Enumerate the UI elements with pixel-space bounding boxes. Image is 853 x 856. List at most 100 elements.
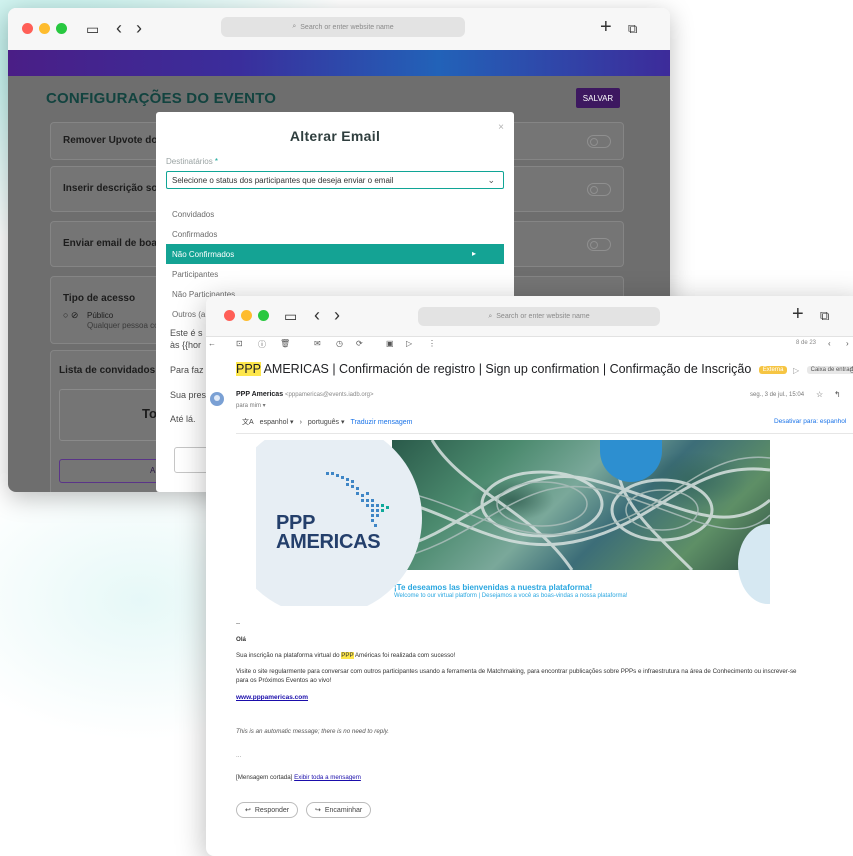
move-to-icon[interactable]: ▣ — [386, 339, 394, 348]
page-title: CONFIGURAÇÕES DO EVENTO — [46, 90, 277, 107]
option-nao-confirmados[interactable]: Não Confirmados — [166, 244, 504, 264]
highway-illustration — [392, 440, 770, 570]
logo-line-2: AMERICAS — [276, 531, 381, 553]
new-tab-icon[interactable]: + — [792, 304, 804, 324]
minimize-window-button[interactable] — [39, 23, 50, 34]
p1-text-end: Américas foi realizada com sucesso! — [353, 652, 456, 659]
translate-to[interactable]: português ▾ — [308, 418, 345, 426]
option-confirmados[interactable]: Confirmados — [166, 224, 504, 244]
sidebar-icon[interactable]: ▭ — [86, 20, 99, 38]
search-icon: ⌕ — [488, 312, 493, 320]
close-window-button[interactable] — [22, 23, 33, 34]
description-toggle[interactable] — [587, 183, 611, 196]
back-icon[interactable]: ‹ — [314, 306, 320, 324]
setting-label: Remover Upvote do e — [63, 135, 166, 146]
sender-email: <pppamericas@events.iadb.org> — [285, 392, 374, 398]
report-spam-icon[interactable]: ⓘ — [258, 339, 266, 350]
website-link[interactable]: www.pppamericas.com — [236, 694, 308, 701]
address-bar[interactable]: ⌕ Search or enter website name — [221, 17, 465, 37]
body-line: Sua pres — [170, 390, 207, 400]
subject-text: AMERICAS | Confirmación de registro | Si… — [260, 362, 752, 376]
site-header-stripe — [8, 50, 670, 76]
recipient-details[interactable]: para mim ▾ — [236, 402, 266, 409]
upvote-toggle[interactable] — [587, 135, 611, 148]
banner-subline: Welcome to our virtual platform | Deseja… — [394, 593, 628, 599]
mark-unread-icon[interactable]: ✉ — [314, 339, 321, 348]
forward-button[interactable]: ↪ Encaminhar — [306, 802, 372, 818]
delete-icon[interactable]: 🗑 — [280, 339, 290, 348]
translate-from[interactable]: espanhol ▾ — [260, 418, 294, 426]
more-options-icon[interactable]: ⋮ — [428, 339, 436, 348]
add-task-icon[interactable]: ⟳ — [356, 339, 363, 348]
snooze-icon[interactable]: ◷ — [336, 339, 343, 348]
sidebar-icon[interactable]: ▭ — [284, 307, 297, 325]
reply-icon[interactable]: ↰ — [834, 390, 841, 399]
maximize-window-button[interactable] — [258, 310, 269, 321]
cursor-icon: ▸ — [472, 249, 477, 258]
option-convidados[interactable]: Convidados — [166, 204, 504, 224]
forward-icon[interactable]: › — [136, 19, 142, 37]
back-to-inbox-icon[interactable]: ← — [208, 339, 216, 348]
setting-label: Enviar email de boas — [63, 238, 163, 249]
close-window-button[interactable] — [224, 310, 235, 321]
forward-icon[interactable]: › — [334, 306, 340, 324]
guest-list-label: Lista de convidados co — [59, 365, 170, 376]
maximize-window-button[interactable] — [56, 23, 67, 34]
reply-arrow-icon: ↩ — [245, 807, 251, 814]
translate-from-label: espanhol — [259, 419, 289, 426]
back-icon[interactable]: ‹ — [116, 19, 122, 37]
important-icon[interactable]: ▷ — [793, 366, 799, 375]
external-tag: Externa — [758, 365, 788, 374]
body-line: às {{hor — [170, 340, 202, 350]
arrow-right-icon: › — [299, 418, 302, 426]
auto-message-note: This is an automatic message; there is n… — [236, 728, 389, 735]
public-radio[interactable]: ○ ⊘ — [63, 310, 78, 321]
address-placeholder: Search or enter website name — [496, 313, 590, 320]
required-marker: * — [214, 157, 219, 166]
forward-label: Encaminhar — [324, 806, 363, 814]
clipped-label: [Mensagem cortada] — [236, 774, 293, 781]
recipients-label: Destinatários * — [166, 157, 218, 166]
p1-text: Sua inscrição na plataforma virtual do — [236, 652, 342, 659]
option-participantes[interactable]: Participantes — [166, 264, 504, 284]
new-tab-icon[interactable]: + — [600, 17, 612, 37]
inbox-label[interactable]: Caixa de entrada × — [806, 365, 853, 374]
paragraph-confirmation: Sua inscrição na plataforma virtual do P… — [236, 652, 455, 659]
minimize-window-button[interactable] — [241, 310, 252, 321]
greeting: Olá — [236, 636, 246, 643]
subject-highlight: PPP — [236, 362, 261, 376]
address-bar[interactable]: ⌕ Search or enter website name — [418, 307, 660, 326]
divider — [236, 433, 853, 434]
tabs-overview-icon[interactable]: ⧉ — [820, 307, 829, 325]
paragraph-visit-end: para os Próximos Eventos ao vivo! — [236, 677, 332, 684]
disable-translation-link[interactable]: Desativar para: espanhol — [774, 418, 846, 425]
sender-name: PPP Americas — [236, 391, 284, 398]
signature-dash: -- — [236, 620, 241, 627]
translate-message-link[interactable]: Traduzir mensagem — [351, 419, 413, 426]
archive-icon[interactable]: ⊡ — [236, 339, 243, 348]
label-icon[interactable]: ▷ — [406, 339, 412, 348]
paragraph-visit: Visite o site regularmente para conversa… — [236, 668, 797, 675]
browser-toolbar: ▭ ‹ › ⌕ Search or enter website name + ⧉ — [206, 296, 853, 337]
close-icon[interactable]: × — [498, 122, 504, 133]
select-value: Selecione o status dos participantes que… — [172, 175, 394, 185]
recipients-select[interactable]: Selecione o status dos participantes que… — [166, 171, 504, 189]
ppp-americas-logo: PPP AMERICAS — [276, 513, 381, 553]
show-full-message-link[interactable]: Exibir toda a mensagem — [294, 774, 361, 781]
next-message-icon[interactable]: › — [846, 339, 849, 348]
email-banner: PPP AMERICAS ¡Te deseamos las bienvenida… — [256, 440, 770, 606]
prev-message-icon[interactable]: ‹ — [828, 339, 831, 348]
forward-arrow-icon: ↪ — [315, 807, 321, 814]
reply-label: Responder — [254, 806, 290, 814]
reply-button[interactable]: ↩ Responder — [236, 802, 299, 818]
tabs-overview-icon[interactable]: ⧉ — [628, 20, 637, 38]
body-line: Até lá. — [170, 414, 196, 424]
modal-title: Alterar Email — [289, 128, 381, 144]
highway-photo — [392, 440, 770, 570]
browser-window-email: ▭ ‹ › ⌕ Search or enter website name + ⧉… — [206, 296, 853, 856]
welcome-email-toggle[interactable] — [587, 238, 611, 251]
body-line: Para faz — [170, 365, 204, 375]
star-icon[interactable]: ☆ — [816, 390, 823, 399]
save-button[interactable]: SALVAR — [576, 88, 620, 108]
sender: PPP Americas <pppamericas@events.iadb.or… — [236, 391, 374, 398]
